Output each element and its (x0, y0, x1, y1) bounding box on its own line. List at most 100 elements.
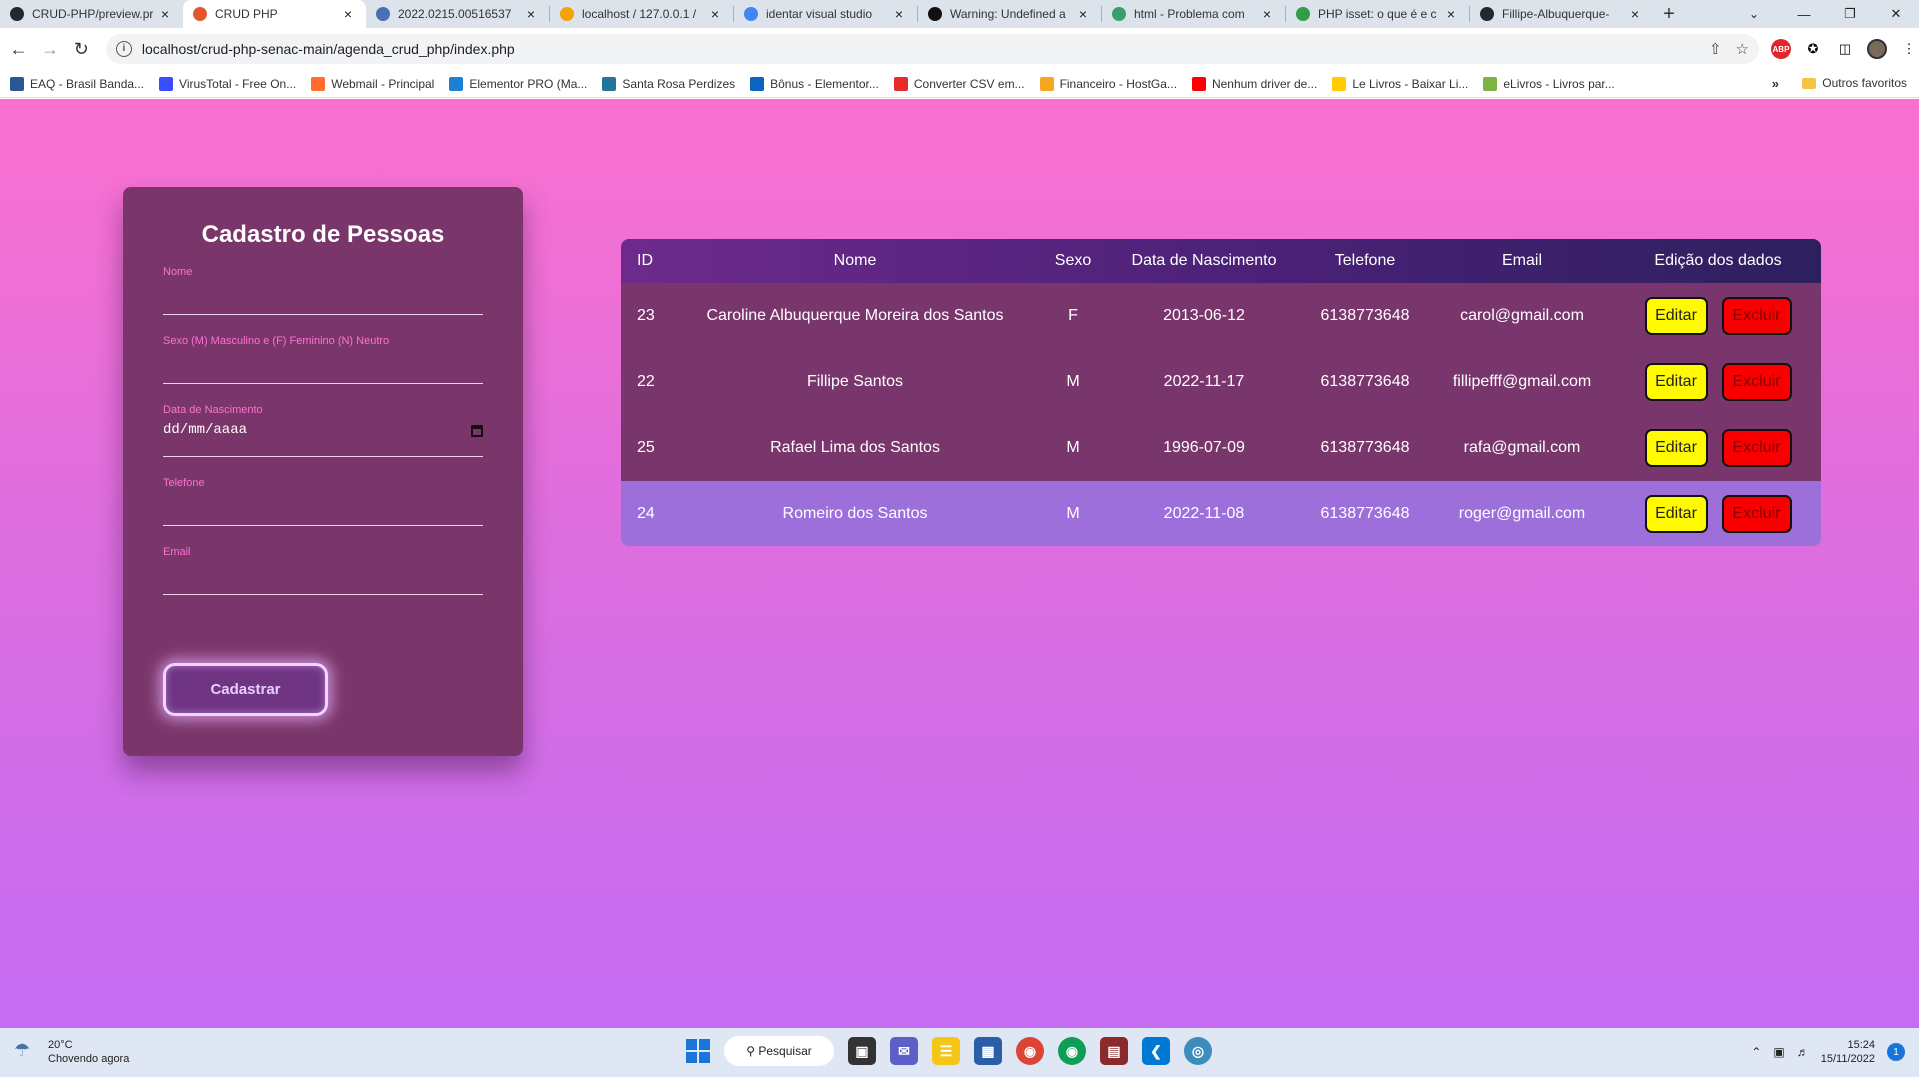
store-icon[interactable]: ▦ (974, 1037, 1002, 1065)
bookmark-item[interactable]: Webmail - Principal (311, 76, 434, 91)
taskbar-search[interactable]: ⚲ Pesquisar (724, 1036, 834, 1066)
data-nascimento-input[interactable] (163, 456, 483, 457)
sexo-field[interactable]: Sexo (M) Masculino e (F) Feminino (N) Ne… (163, 335, 483, 404)
volume-icon[interactable]: ♬ (1797, 1045, 1809, 1059)
editar-button[interactable]: Editar (1644, 494, 1708, 533)
taskbar-search-label: Pesquisar (758, 1044, 812, 1058)
close-tab-icon[interactable]: × (340, 6, 356, 22)
excluir-button[interactable]: Excluir (1721, 297, 1792, 335)
browser-tab[interactable]: Warning: Undefined a × (918, 0, 1101, 28)
browser-tab[interactable]: localhost / 127.0.0.1 / × (550, 0, 733, 28)
menu-kebab-icon[interactable]: ⋮ (1899, 39, 1919, 59)
telefone-input[interactable] (163, 525, 483, 526)
browser-tab[interactable]: CRUD-PHP/preview.pr × (0, 0, 183, 28)
rain-cloud-icon: ☂ (14, 1040, 31, 1060)
email-field[interactable]: Email (163, 546, 483, 615)
new-tab-button[interactable]: + (1653, 0, 1685, 28)
bookmark-item[interactable]: Financeiro - HostGa... (1039, 76, 1177, 91)
bookmark-label: Nenhum driver de... (1211, 76, 1318, 91)
close-tab-icon[interactable]: × (1627, 6, 1643, 22)
start-windows-icon[interactable] (686, 1039, 710, 1063)
tab-title: html - Problema com (1134, 7, 1245, 21)
profile-avatar[interactable] (1866, 39, 1887, 59)
network-icon[interactable]: ▣ (1773, 1045, 1784, 1059)
browser-tab[interactable]: html - Problema com × (1102, 0, 1285, 28)
task-view-icon[interactable]: ▣ (848, 1037, 876, 1065)
bookmarks-overflow-icon[interactable]: » (1772, 76, 1779, 91)
extensions-icon[interactable]: ✪ (1803, 39, 1823, 59)
browser-tab[interactable]: 2022.0215.00516537 × (366, 0, 549, 28)
header-sexo: Sexo (1054, 252, 1092, 269)
browser-tab[interactable]: CRUD PHP × (183, 0, 366, 28)
weather-widget[interactable]: ☂ 20°C Chovendo agora (14, 1038, 129, 1066)
browser-tab[interactable]: identar visual studio × (734, 0, 917, 28)
browser-tab[interactable]: Fillipe-Albuquerque- × (1470, 0, 1653, 28)
bookmark-item[interactable]: Converter CSV em... (893, 76, 1025, 91)
bookmark-favicon-icon (602, 76, 617, 91)
close-window-icon[interactable]: ✕ (1873, 0, 1919, 28)
close-tab-icon[interactable]: × (523, 6, 539, 22)
email-input[interactable] (163, 594, 483, 595)
bookmark-item[interactable]: Santa Rosa Perdizes (602, 76, 735, 91)
editar-button[interactable]: Editar (1644, 429, 1708, 467)
close-tab-icon[interactable]: × (707, 6, 723, 22)
bookmark-item[interactable]: Le Livros - Baixar Li... (1332, 76, 1469, 91)
chrome-icon[interactable]: ◉ (1016, 1037, 1044, 1065)
editar-button[interactable]: Editar (1644, 297, 1708, 335)
bookmark-item[interactable]: VirusTotal - Free On... (159, 76, 297, 91)
tab-search-icon[interactable]: ⌄ (1739, 0, 1769, 28)
adblock-extension-icon[interactable]: ABP (1770, 39, 1791, 59)
bookmark-star-icon[interactable]: ☆ (1736, 40, 1749, 58)
tab-title: localhost / 127.0.0.1 / (582, 7, 697, 21)
close-tab-icon[interactable]: × (891, 6, 907, 22)
restore-icon[interactable]: ❐ (1827, 0, 1873, 28)
address-bar[interactable]: i localhost/crud-php-senac-main/agenda_c… (105, 34, 1759, 64)
bookmark-item[interactable]: Elementor PRO (Ma... (449, 76, 588, 91)
url-text[interactable]: localhost/crud-php-senac-main/agenda_cru… (142, 41, 1709, 57)
bookmark-label: VirusTotal - Free On... (179, 76, 297, 91)
date-placeholder[interactable]: dd/mm/aaaa (163, 422, 247, 438)
data-nascimento-field[interactable]: Data de Nascimento dd/mm/aaaa (163, 404, 483, 477)
editar-button[interactable]: Editar (1644, 363, 1708, 401)
close-tab-icon[interactable]: × (1075, 6, 1091, 22)
cell-email: fillipefff@gmail.com (1452, 373, 1592, 390)
close-tab-icon[interactable]: × (1443, 6, 1459, 22)
bookmark-label: Elementor PRO (Ma... (469, 76, 588, 91)
back-icon[interactable]: ← (6, 36, 31, 62)
winrar-icon[interactable]: ▤ (1100, 1037, 1128, 1065)
minimize-icon[interactable]: — (1781, 0, 1827, 28)
excluir-button[interactable]: Excluir (1721, 363, 1792, 401)
bookmark-label: Le Livros - Baixar Li... (1352, 76, 1469, 91)
bookmark-item[interactable]: Bônus - Elementor... (750, 76, 879, 91)
globe-app-icon[interactable]: ◎ (1184, 1037, 1212, 1065)
telefone-field[interactable]: Telefone (163, 477, 483, 546)
close-tab-icon[interactable]: × (157, 6, 173, 22)
notification-badge[interactable]: 1 (1887, 1043, 1905, 1061)
nome-field[interactable]: Nome (163, 266, 483, 335)
excluir-button[interactable]: Excluir (1721, 494, 1792, 533)
tray-chevron-icon[interactable]: ⌃ (1751, 1045, 1761, 1059)
header-email: Email (1501, 252, 1542, 269)
forward-icon[interactable]: → (37, 36, 62, 62)
share-icon[interactable]: ⇧ (1709, 40, 1722, 58)
calendar-icon[interactable] (471, 425, 483, 437)
bookmark-item[interactable]: EAQ - Brasil Banda... (10, 76, 144, 91)
teams-chat-icon[interactable]: ✉ (890, 1037, 918, 1065)
sexo-input[interactable] (163, 383, 483, 384)
chrome-profile-icon[interactable]: ◉ (1058, 1037, 1086, 1065)
other-bookmarks[interactable]: Outros favoritos (1802, 76, 1907, 90)
bookmark-item[interactable]: eLivros - Livros par... (1483, 76, 1615, 91)
vscode-icon[interactable]: ❮ (1142, 1037, 1170, 1065)
side-panel-icon[interactable]: ◫ (1835, 39, 1855, 59)
close-tab-icon[interactable]: × (1259, 6, 1275, 22)
excluir-button[interactable]: Excluir (1721, 429, 1792, 467)
cadastrar-button[interactable]: Cadastrar (163, 663, 328, 716)
file-explorer-icon[interactable]: ☰ (932, 1037, 960, 1065)
site-info-icon[interactable]: i (115, 41, 132, 57)
bookmark-item[interactable]: Nenhum driver de... (1191, 76, 1318, 91)
nome-input[interactable] (163, 314, 483, 315)
reload-icon[interactable]: ↻ (69, 36, 94, 62)
tab-title: CRUD-PHP/preview.pr (32, 7, 154, 21)
browser-tab[interactable]: PHP isset: o que é e c × (1286, 0, 1469, 28)
clock[interactable]: 15:24 15/11/2022 (1821, 1038, 1875, 1066)
